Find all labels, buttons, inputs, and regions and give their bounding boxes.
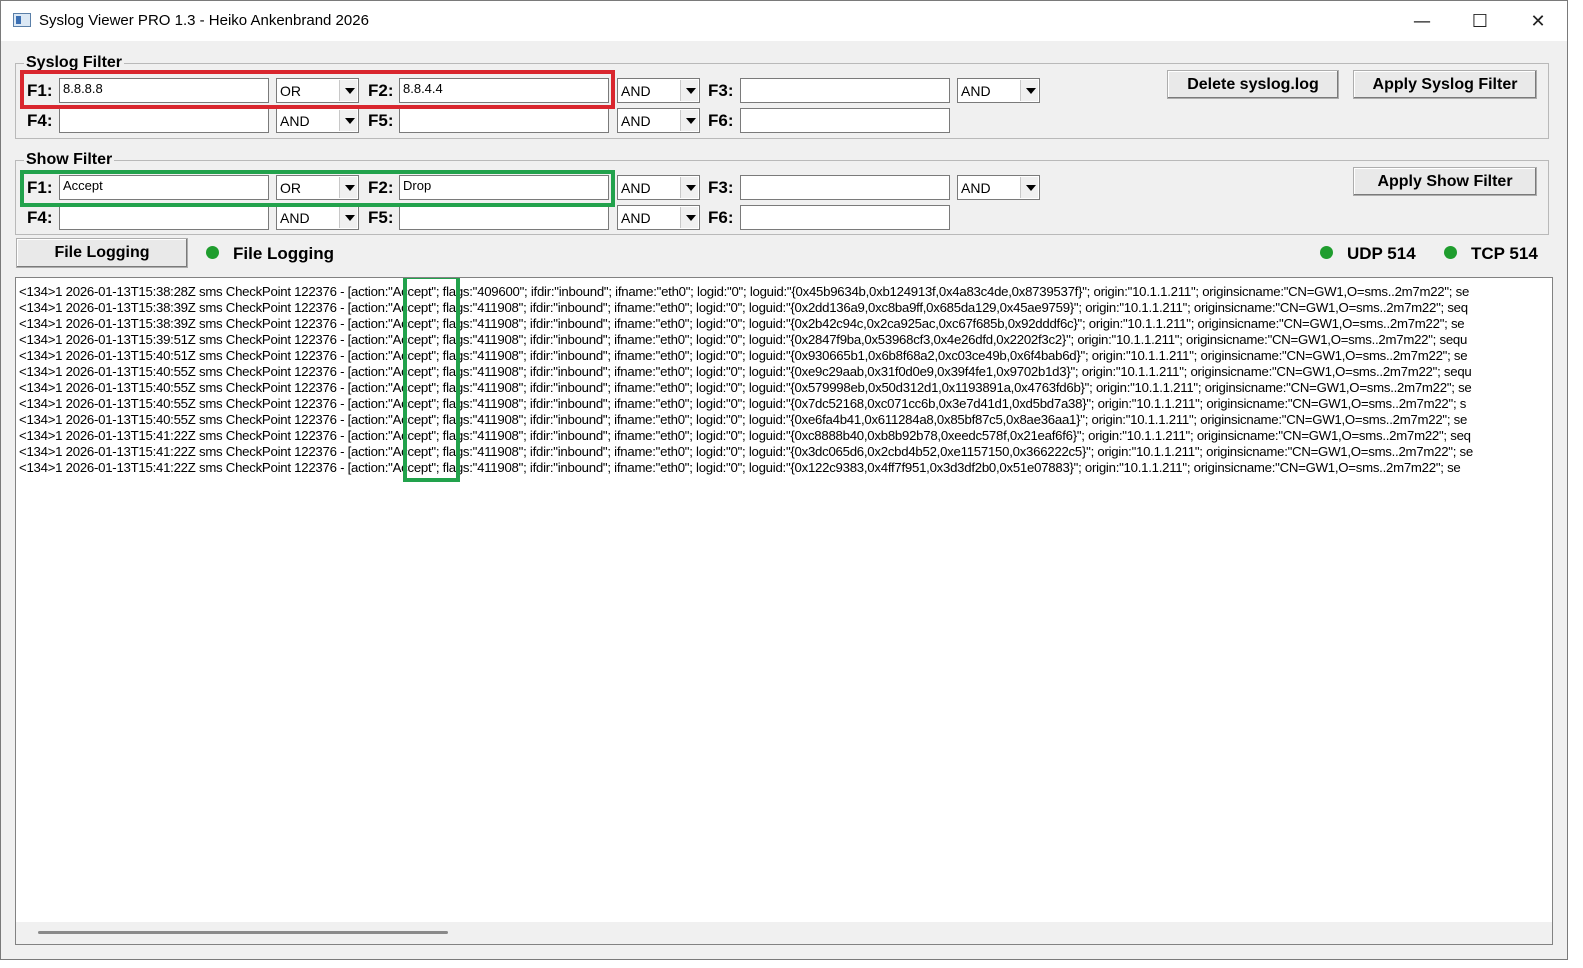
select-value: AND [961,83,991,99]
show-op-f2-f3-select[interactable]: AND [617,175,700,200]
delete-syslog-button[interactable]: Delete syslog.log [1167,70,1339,99]
title-bar[interactable]: Syslog Viewer PRO 1.3 - Heiko Ankenbrand… [1,1,1567,41]
show-f5-label: F5: [368,208,394,227]
dropdown-arrow-icon[interactable] [680,110,698,131]
select-value: AND [621,180,651,196]
dropdown-arrow-icon[interactable] [680,207,698,228]
syslog-op-f5-f6-select[interactable]: AND [617,108,700,133]
log-line[interactable]: <134>1 2026-01-13T15:38:28Z sms CheckPoi… [19,284,1469,300]
syslog-f6-label: F6: [708,111,734,130]
log-line[interactable]: <134>1 2026-01-13T15:40:55Z sms CheckPoi… [19,380,1472,396]
close-button[interactable]: ✕ [1509,1,1567,41]
apply-show-filter-button[interactable]: Apply Show Filter [1353,167,1537,196]
show-f4-label: F4: [27,208,53,227]
tcp-status-label: TCP 514 [1471,244,1538,263]
window-title: Syslog Viewer PRO 1.3 - Heiko Ankenbrand… [39,12,369,29]
horizontal-scrollbar[interactable] [16,922,1552,944]
app-window: Syslog Viewer PRO 1.3 - Heiko Ankenbrand… [0,0,1568,960]
log-line[interactable]: <134>1 2026-01-13T15:41:22Z sms CheckPoi… [19,460,1461,476]
show-f5-input[interactable] [399,205,609,230]
log-line[interactable]: <134>1 2026-01-13T15:40:55Z sms CheckPoi… [19,412,1467,428]
dropdown-arrow-icon[interactable] [339,110,357,131]
select-value: AND [961,180,991,196]
syslog-f3-input[interactable] [740,78,950,103]
log-line[interactable]: <134>1 2026-01-13T15:38:39Z sms CheckPoi… [19,316,1465,332]
close-icon: ✕ [1530,10,1546,32]
dropdown-arrow-icon[interactable] [680,80,698,101]
syslog-filter-highlight [20,70,615,109]
minimize-button[interactable]: — [1393,1,1451,41]
syslog-f4-label: F4: [27,111,53,130]
syslog-f5-label: F5: [368,111,394,130]
dropdown-arrow-icon[interactable] [339,207,357,228]
file-logging-status-label: File Logging [233,244,335,263]
log-line[interactable]: <134>1 2026-01-13T15:41:22Z sms CheckPoi… [19,444,1473,460]
log-line[interactable]: <134>1 2026-01-13T15:40:55Z sms CheckPoi… [19,396,1466,412]
log-output-textbox[interactable]: <134>1 2026-01-13T15:38:28Z sms CheckPoi… [15,277,1553,945]
log-line[interactable]: <134>1 2026-01-13T15:40:55Z sms CheckPoi… [19,364,1472,380]
show-f4-input[interactable] [59,205,269,230]
show-filter-legend: Show Filter [24,151,115,169]
show-op-f4-f5-select[interactable]: AND [276,205,359,230]
maximize-icon: ☐ [1471,10,1489,32]
app-icon [13,13,31,27]
dropdown-arrow-icon[interactable] [1020,177,1038,198]
udp-status-label: UDP 514 [1347,244,1416,263]
dropdown-arrow-icon[interactable] [680,177,698,198]
log-line[interactable]: <134>1 2026-01-13T15:38:39Z sms CheckPoi… [19,300,1468,316]
file-logging-status-led [206,246,219,259]
syslog-f3-label: F3: [708,81,734,100]
syslog-op-f4-f5-select[interactable]: AND [276,108,359,133]
syslog-f4-input[interactable] [59,108,269,133]
minimize-icon: — [1413,10,1431,32]
show-f3-label: F3: [708,178,734,197]
syslog-op-f2-f3-select[interactable]: AND [617,78,700,103]
show-op-f5-f6-select[interactable]: AND [617,205,700,230]
apply-syslog-filter-button[interactable]: Apply Syslog Filter [1353,70,1537,99]
syslog-op-f3-f4-select[interactable]: AND [957,78,1040,103]
syslog-f6-input[interactable] [740,108,950,133]
log-line[interactable]: <134>1 2026-01-13T15:39:51Z sms CheckPoi… [19,332,1467,348]
select-value: AND [621,113,651,129]
log-line[interactable]: <134>1 2026-01-13T15:40:51Z sms CheckPoi… [19,348,1468,364]
tcp-status-led [1444,246,1457,259]
maximize-button[interactable]: ☐ [1451,1,1509,41]
log-line[interactable]: <134>1 2026-01-13T15:41:22Z sms CheckPoi… [19,428,1471,444]
show-f6-label: F6: [708,208,734,227]
scrollbar-thumb[interactable] [38,931,448,934]
show-op-f3-f4-select[interactable]: AND [957,175,1040,200]
select-value: AND [280,210,310,226]
file-logging-button[interactable]: File Logging [16,238,188,268]
dropdown-arrow-icon[interactable] [1020,80,1038,101]
show-f3-input[interactable] [740,175,950,200]
udp-status-led [1320,246,1333,259]
select-value: AND [621,210,651,226]
select-value: AND [280,113,310,129]
syslog-f5-input[interactable] [399,108,609,133]
accept-column-highlight [403,278,460,482]
show-filter-highlight [20,170,615,207]
select-value: AND [621,83,651,99]
show-f6-input[interactable] [740,205,950,230]
